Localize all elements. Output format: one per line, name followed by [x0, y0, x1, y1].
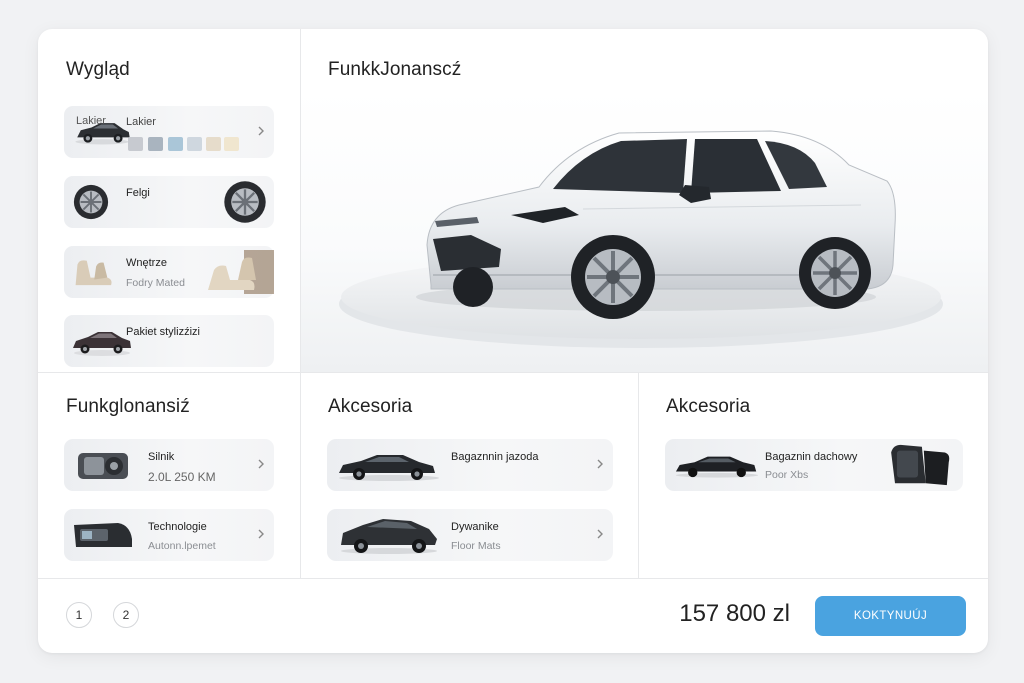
configurator-card: Wygląd Lakier Lakier Felgi Wnętrze Fodry… — [38, 29, 988, 653]
seat-thumbnail — [208, 250, 274, 294]
chevron-right-icon — [597, 459, 603, 469]
page-2-button[interactable]: 2 — [113, 602, 139, 628]
divider — [38, 578, 988, 579]
wheel-thumbnail — [224, 181, 266, 223]
option-roof-box[interactable]: Bagaznin dachowy Poor Xbs — [665, 439, 963, 491]
divider — [38, 372, 988, 373]
chevron-right-icon — [258, 126, 264, 136]
car-preview[interactable] — [301, 89, 988, 372]
color-swatch[interactable] — [224, 137, 239, 151]
page-1-button[interactable]: 1 — [66, 602, 92, 628]
engine-thumbnail — [78, 453, 128, 479]
panel-title-appearance: Wygląd — [66, 59, 130, 80]
option-technology-label: Technologie — [148, 521, 207, 533]
color-swatch[interactable] — [128, 137, 143, 151]
chevron-right-icon — [258, 529, 264, 539]
option-interior-sub: Fodry Mated — [126, 277, 185, 289]
option-floor-mats-label: Dywanike — [451, 521, 499, 533]
option-roof-rack-label: Bagaznnin jazoda — [451, 451, 539, 463]
color-swatch[interactable] — [206, 137, 221, 151]
option-styling-package-label: Pakiet stylizźizi — [126, 326, 200, 338]
total-price: 157 800 zl — [679, 600, 790, 627]
divider — [638, 372, 639, 578]
option-engine[interactable]: Silnik 2.0L 250 KM — [64, 439, 274, 491]
option-technology[interactable]: Technologie Autonn.lpemet — [64, 509, 274, 561]
chevron-right-icon — [258, 459, 264, 469]
panel-title-functionality: Funkglonansiź — [66, 396, 190, 417]
option-interior[interactable]: Wnętrze Fodry Mated — [64, 246, 274, 298]
car-image — [339, 130, 943, 348]
color-swatch[interactable] — [168, 137, 183, 151]
option-floor-mats-sub: Floor Mats — [451, 540, 501, 552]
wheel-thumbnail — [73, 184, 109, 220]
option-roof-box-label: Bagaznin dachowy — [765, 451, 858, 463]
option-paint[interactable]: Lakier Lakier — [64, 106, 274, 158]
color-swatch[interactable] — [187, 137, 202, 151]
color-swatch[interactable] — [148, 137, 163, 151]
option-roof-rack[interactable]: Bagaznnin jazoda — [327, 439, 613, 491]
panel-title-accessories-2: Akcesoria — [666, 396, 751, 417]
tech-thumbnail — [74, 523, 132, 547]
option-technology-sub: Autonn.lpemet — [148, 540, 216, 552]
option-engine-sub: 2.0L 250 KM — [148, 470, 216, 484]
option-floor-mats[interactable]: Dywanike Floor Mats — [327, 509, 613, 561]
continue-button[interactable]: KOKTYNUÚJ — [815, 596, 966, 636]
car-thumbnail — [339, 455, 439, 481]
option-roof-box-sub: Poor Xbs — [765, 469, 809, 481]
car-thumbnail — [341, 519, 437, 554]
car-thumbnail — [675, 456, 759, 478]
option-paint-label: Lakier — [76, 115, 106, 127]
chevron-right-icon — [597, 529, 603, 539]
option-wheels[interactable]: Felgi — [64, 176, 274, 228]
option-engine-label: Silnik — [148, 451, 175, 463]
roof-box-thumbnail — [891, 444, 950, 486]
option-interior-label: Wnętrze — [126, 257, 167, 269]
option-paint-sub: Lakier — [126, 116, 156, 128]
panel-title-accessories: Akcesoria — [328, 396, 413, 417]
option-wheels-label: Felgi — [126, 187, 150, 199]
hero-title: FunkkJonanscź — [328, 59, 462, 80]
option-styling-package[interactable]: Pakiet stylizźizi — [64, 315, 274, 367]
seat-thumbnail — [75, 260, 112, 286]
